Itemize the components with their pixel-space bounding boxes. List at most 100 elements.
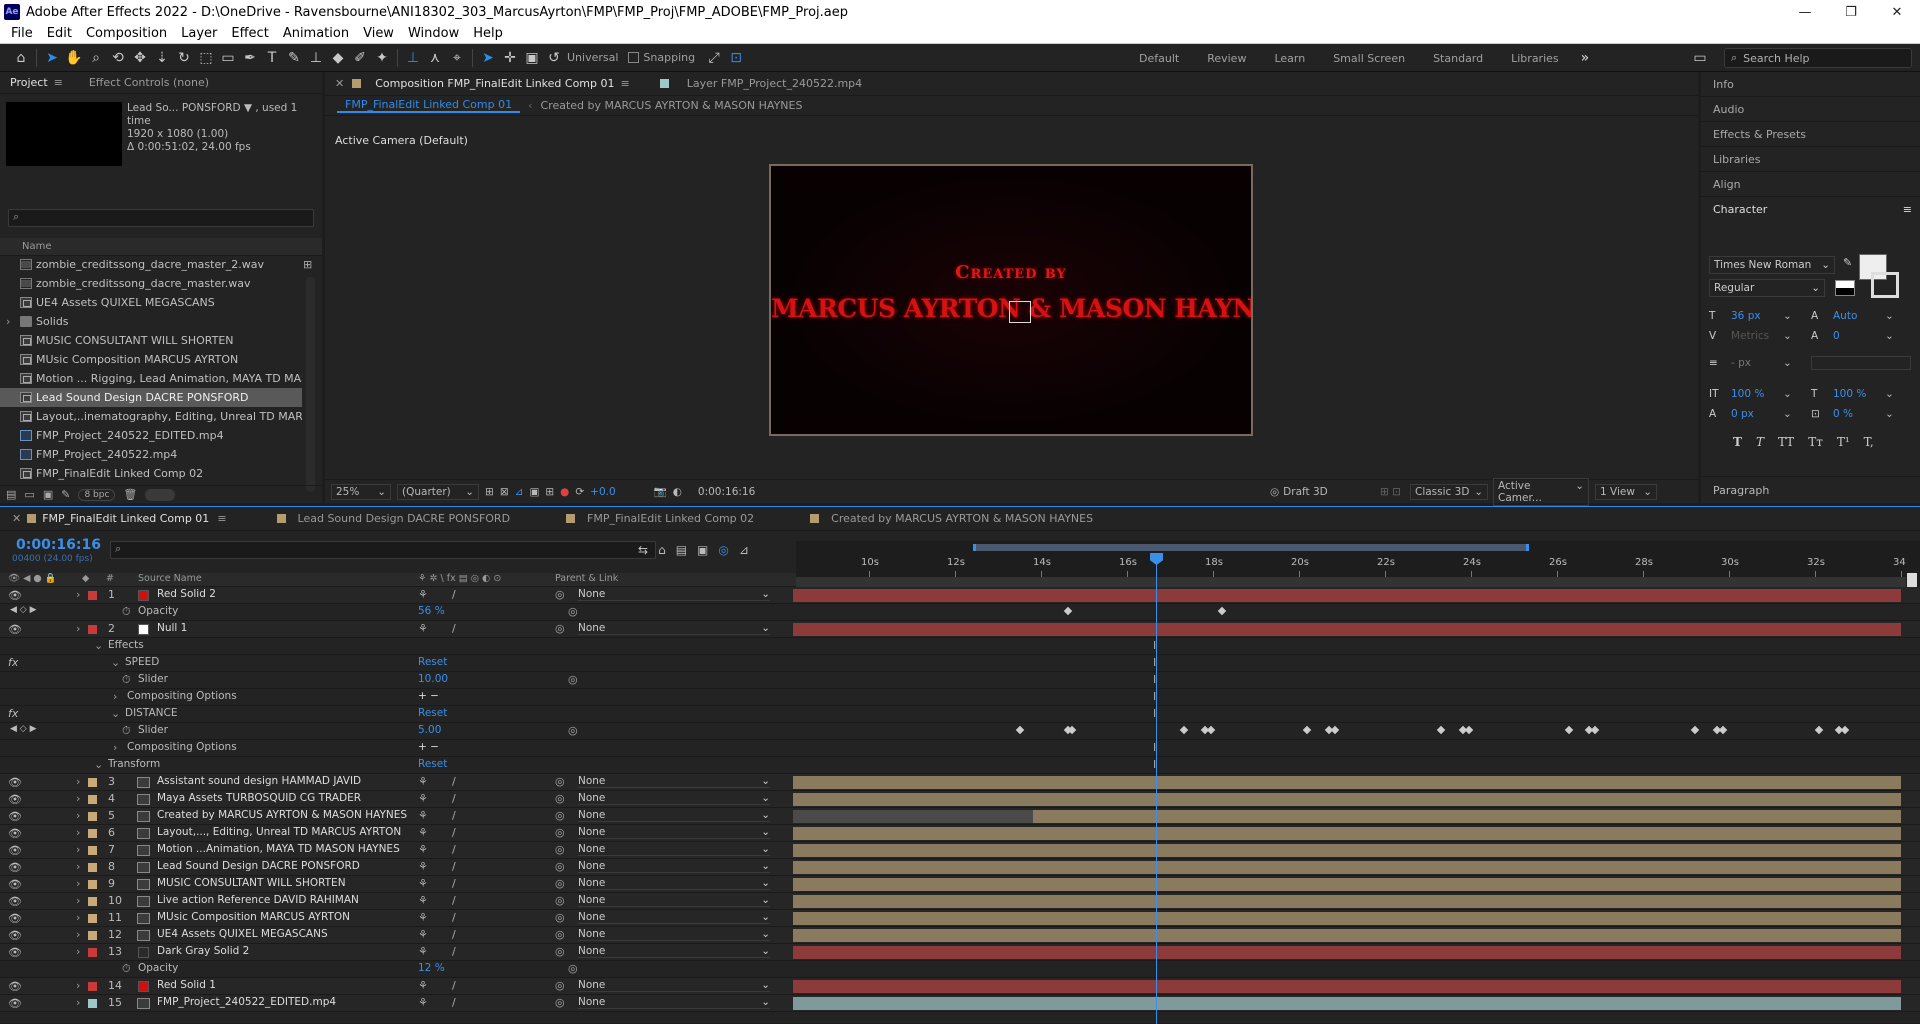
layer-duration-bar[interactable]: [793, 912, 1901, 925]
parent-link-column[interactable]: Parent & Link: [555, 573, 618, 584]
effects-presets-panel[interactable]: Effects & Presets: [1701, 122, 1920, 147]
layer-name[interactable]: Assistant sound design HAMMAD JAVID: [157, 775, 361, 787]
parent-select[interactable]: None ⌄: [578, 996, 770, 1009]
menu-view[interactable]: View: [356, 26, 401, 41]
project-item[interactable]: zombie_creditssong_dacre_master.wav: [0, 274, 302, 293]
workspace-default[interactable]: Default: [1125, 52, 1193, 65]
baseline-shift-value[interactable]: 0 px: [1731, 408, 1783, 420]
grid-guides-icon[interactable]: ⊞: [545, 486, 554, 498]
extended-viewer-icon[interactable]: ⊞ ⊡: [1380, 486, 1401, 498]
panel-toggle-icon[interactable]: ▭: [1689, 47, 1711, 69]
puppet-pin-icon[interactable]: ✦: [371, 47, 393, 69]
visibility-eye-icon[interactable]: 👁: [8, 589, 22, 602]
mask-visibility-icon[interactable]: ⊿: [515, 486, 524, 498]
channel-icon[interactable]: ●: [560, 486, 569, 498]
visibility-eye-icon[interactable]: 👁: [8, 844, 22, 857]
parent-select[interactable]: None ⌄: [578, 979, 770, 992]
visibility-eye-icon[interactable]: 👁: [8, 623, 22, 636]
label-color-swatch[interactable]: [88, 931, 97, 940]
keyframe-icon[interactable]: [1590, 725, 1600, 735]
layer-duration-bar[interactable]: [793, 844, 1901, 857]
universal-select-icon[interactable]: ➤: [477, 47, 499, 69]
keyframe-icon[interactable]: [1840, 725, 1850, 735]
layer-duration-bar[interactable]: [793, 776, 1901, 789]
layer-name[interactable]: Created by MARCUS AYRTON & MASON HAYNES: [157, 809, 407, 821]
parent-pickwhip-icon[interactable]: ◎: [555, 792, 565, 805]
property-row[interactable]: ⏱ Slider 5.00 ◎ ◀ ◇ ▶: [0, 723, 1920, 740]
panel-menu-icon[interactable]: ≡: [54, 76, 63, 89]
shy-switch-icon[interactable]: ⚘: [418, 928, 428, 941]
panel-menu-icon[interactable]: ≡: [621, 77, 630, 90]
expand-chevron-icon[interactable]: ⌄: [94, 639, 103, 652]
label-color-swatch[interactable]: [88, 812, 97, 821]
dropdown-icon[interactable]: ⌄: [1885, 408, 1894, 420]
layer-duration-bar[interactable]: [793, 895, 1901, 908]
visibility-eye-icon[interactable]: 👁: [8, 810, 22, 823]
brush-tool-icon[interactable]: ✎: [283, 47, 305, 69]
keyframe-icon[interactable]: [1063, 606, 1073, 616]
visibility-eye-icon[interactable]: 👁: [8, 997, 22, 1010]
graph-editor-icon[interactable]: ⊿: [739, 543, 749, 557]
label-color-swatch[interactable]: [88, 591, 97, 600]
fast-preview-icon[interactable]: ⊞: [485, 486, 494, 498]
scale-gizmo-icon[interactable]: ▣: [521, 47, 543, 69]
parent-pickwhip-icon[interactable]: ◎: [555, 588, 565, 601]
project-name-column[interactable]: Name: [0, 238, 322, 256]
shy-switch-icon[interactable]: ⚘: [418, 860, 428, 873]
property-row[interactable]: › Compositing Options + − I: [0, 689, 1920, 706]
expand-chevron-icon[interactable]: ›: [76, 894, 80, 907]
vertical-scale-value[interactable]: 100 %: [1731, 388, 1783, 400]
layer-row[interactable]: 👁 › 2 Null 1 ⚘ / ◎ None ⌄: [0, 621, 1920, 638]
quality-switch-icon[interactable]: /: [452, 809, 456, 822]
workspace-review[interactable]: Review: [1193, 52, 1260, 65]
layer-duration-bar[interactable]: [793, 793, 1901, 806]
layer-name[interactable]: Red Solid 1: [157, 979, 216, 991]
layer-row[interactable]: 👁 › 10 Live action Reference DAVID RAHIMAN…: [0, 893, 1920, 910]
subscript-button[interactable]: T,: [1864, 435, 1874, 449]
keyframe-icon[interactable]: [1179, 725, 1189, 735]
label-color-swatch[interactable]: [88, 625, 97, 634]
quality-switch-icon[interactable]: /: [452, 996, 456, 1009]
keyframe-icon[interactable]: [1217, 606, 1227, 616]
align-panel[interactable]: Align: [1701, 172, 1920, 197]
project-search-input[interactable]: ⌕: [8, 209, 314, 227]
expand-chevron-icon[interactable]: ›: [76, 979, 80, 992]
quality-switch-icon[interactable]: /: [452, 843, 456, 856]
project-item[interactable]: Layout,..inematography, Editing, Unreal …: [0, 407, 302, 426]
search-help-input[interactable]: ⌕ Search Help: [1724, 48, 1912, 68]
quality-switch-icon[interactable]: /: [452, 894, 456, 907]
parent-pickwhip-icon[interactable]: ◎: [555, 826, 565, 839]
parent-pickwhip-icon[interactable]: ◎: [555, 843, 565, 856]
menu-help[interactable]: Help: [466, 26, 510, 41]
view-layout-select[interactable]: 1 View ⌄: [1595, 483, 1657, 500]
expression-pickwhip-icon[interactable]: ◎: [568, 724, 578, 737]
expand-chevron-icon[interactable]: ›: [76, 911, 80, 924]
parent-pickwhip-icon[interactable]: ◎: [555, 622, 565, 635]
keyframe-icon[interactable]: [1718, 725, 1728, 735]
keyframe-icon[interactable]: [1814, 725, 1824, 735]
layer-row[interactable]: 👁 › 3 Assistant sound design HAMMAD JAVID ⚘ /…: [0, 774, 1920, 791]
faux-italic-button[interactable]: T: [1756, 435, 1764, 449]
label-color-swatch[interactable]: [88, 914, 97, 923]
layer-row[interactable]: 👁 › 7 Motion ...Animation, MAYA TD MASON HA…: [0, 842, 1920, 859]
stopwatch-icon[interactable]: ⏱: [122, 605, 131, 619]
layer-row[interactable]: 👁 › 14 Red Solid 1 ⚘ / ◎ None ⌄: [0, 978, 1920, 995]
chevron-right-icon[interactable]: ›: [6, 315, 16, 328]
layer-row[interactable]: 👁 › 6 Layout,..., Editing, Unreal TD MARCUS…: [0, 825, 1920, 842]
pan-behind-icon[interactable]: ⬚: [195, 47, 217, 69]
quality-switch-icon[interactable]: /: [452, 826, 456, 839]
layer-name[interactable]: Layout,..., Editing, Unreal TD MARCUS AY…: [157, 826, 401, 838]
menu-effect[interactable]: Effect: [224, 26, 275, 41]
expression-pickwhip-icon[interactable]: ◎: [568, 962, 578, 975]
small-caps-button[interactable]: Tт: [1808, 435, 1823, 449]
renderer-select[interactable]: Classic 3D ⌄: [1410, 483, 1488, 500]
label-color-swatch[interactable]: [88, 999, 97, 1008]
motion-blur-icon[interactable]: ◎: [718, 543, 728, 557]
parent-select[interactable]: None ⌄: [578, 792, 770, 805]
home-icon[interactable]: ⌂: [10, 47, 32, 69]
snapshot-icon[interactable]: 📷: [654, 485, 667, 498]
workspace-learn[interactable]: Learn: [1260, 52, 1319, 65]
parent-select[interactable]: None ⌄: [578, 945, 770, 958]
layer-name[interactable]: Maya Assets TURBOSQUID CG TRADER: [157, 792, 361, 804]
expand-chevron-icon[interactable]: ›: [76, 809, 80, 822]
